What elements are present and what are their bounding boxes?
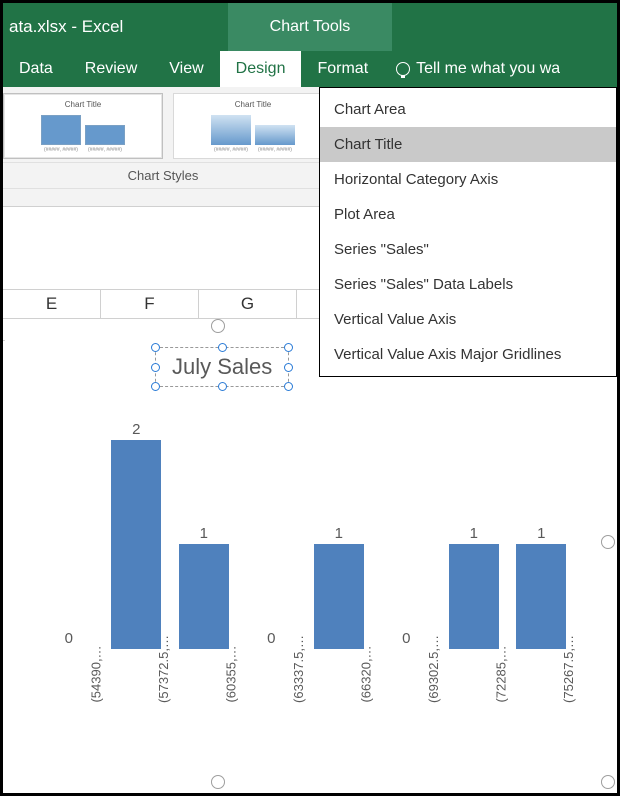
- category-label: (72285,…: [474, 625, 489, 692]
- dropdown-item-h-axis[interactable]: Horizontal Category Axis: [320, 162, 616, 197]
- dropdown-item-v-gridlines[interactable]: Vertical Value Axis Major Gridlines: [320, 337, 616, 372]
- thumb-bars: [41, 111, 125, 145]
- data-label: 2: [132, 421, 140, 438]
- data-label: 1: [200, 525, 208, 542]
- category-label: (57372.5,…: [136, 625, 151, 693]
- thumb-title: Chart Title: [235, 100, 271, 109]
- tab-review[interactable]: Review: [69, 51, 153, 87]
- tell-me-label: Tell me what you wa: [416, 60, 560, 78]
- thumb-title: Chart Title: [65, 100, 101, 109]
- title-handle[interactable]: [218, 382, 227, 391]
- thumb-bar: [85, 125, 125, 145]
- col-F[interactable]: F: [101, 290, 199, 318]
- selection-handle[interactable]: [601, 775, 615, 789]
- category-label: (75267.5,…: [541, 625, 556, 693]
- bar-wrap: 0: [35, 419, 103, 649]
- selection-handle[interactable]: [211, 319, 225, 333]
- col-E[interactable]: E: [3, 290, 101, 318]
- dropdown-item-chart-area[interactable]: Chart Area: [320, 92, 616, 127]
- dropdown-item-v-axis[interactable]: Vertical Value Axis: [320, 302, 616, 337]
- thumb-bar: [255, 125, 295, 145]
- col-G[interactable]: G: [199, 290, 297, 318]
- dropdown-item-series-labels[interactable]: Series "Sales" Data Labels: [320, 267, 616, 302]
- lightbulb-icon: [396, 62, 410, 76]
- bar-series: 0 2 1 0 1 0 1 1: [35, 419, 575, 649]
- thumb-bar: [211, 115, 251, 145]
- thumb-cat-label: (#####, #####): [41, 147, 81, 153]
- category-label: (54390,…: [69, 625, 84, 692]
- selection-handle[interactable]: [211, 775, 225, 789]
- bar-wrap: 0: [238, 419, 306, 649]
- window-title: ata.xlsx - Excel: [3, 17, 228, 37]
- data-label: 1: [470, 525, 478, 542]
- thumb-cat-label: (#####, #####): [255, 147, 295, 153]
- thumb-cat-label: (#####, #####): [85, 147, 125, 153]
- bar-wrap: 1: [440, 419, 508, 649]
- title-handle[interactable]: [284, 343, 293, 352]
- tell-me[interactable]: Tell me what you wa: [384, 51, 560, 87]
- plot-area[interactable]: 0 2 1 0 1 0 1 1: [35, 419, 575, 649]
- title-handle[interactable]: [151, 363, 160, 372]
- title-handle[interactable]: [151, 382, 160, 391]
- data-label: 1: [537, 525, 545, 542]
- thumb-cat-label: (#####, #####): [211, 147, 251, 153]
- chart-style-thumb-2[interactable]: Chart Title (#####, #####) (#####, #####…: [173, 93, 333, 159]
- title-handle[interactable]: [151, 343, 160, 352]
- category-label: (69302.5,…: [406, 625, 421, 693]
- ribbon-group-label: Chart Styles: [3, 168, 323, 183]
- category-label: (60355,…: [204, 625, 219, 692]
- chart-title[interactable]: July Sales: [155, 347, 289, 387]
- chart-elements-dropdown[interactable]: Chart Area Chart Title Horizontal Catego…: [319, 87, 617, 377]
- dropdown-item-series[interactable]: Series "Sales": [320, 232, 616, 267]
- bar-wrap: 1: [170, 419, 238, 649]
- tab-data[interactable]: Data: [3, 51, 69, 87]
- tab-design[interactable]: Design: [220, 51, 302, 87]
- ribbon-tabs: Data Review View Design Format Tell me w…: [3, 51, 617, 87]
- bar-wrap: 2: [103, 419, 171, 649]
- tab-format[interactable]: Format: [301, 51, 384, 87]
- dropdown-item-chart-title[interactable]: Chart Title: [320, 127, 616, 162]
- category-label: (66320,…: [339, 625, 354, 692]
- title-handle[interactable]: [284, 382, 293, 391]
- chart-title-text: July Sales: [172, 354, 272, 379]
- tab-view[interactable]: View: [153, 51, 219, 87]
- title-handle[interactable]: [218, 343, 227, 352]
- chart-object[interactable]: July Sales 02101011 (54390,…(57372.5,…(6…: [5, 319, 615, 789]
- bar[interactable]: [111, 440, 161, 649]
- titlebar: ata.xlsx - Excel Chart Tools: [3, 3, 617, 51]
- dropdown-item-plot-area[interactable]: Plot Area: [320, 197, 616, 232]
- chart-tools-label: Chart Tools: [228, 3, 392, 51]
- thumb-bars: [211, 111, 295, 145]
- data-label: 1: [335, 525, 343, 542]
- bar-wrap: 1: [508, 419, 576, 649]
- category-axis[interactable]: (54390,…(57372.5,…(60355,…(63337.5,…(663…: [35, 659, 575, 674]
- category-label: (63337.5,…: [271, 625, 286, 693]
- title-handle[interactable]: [284, 363, 293, 372]
- bar-wrap: 1: [305, 419, 373, 649]
- thumb-bar: [41, 115, 81, 145]
- selection-handle[interactable]: [601, 535, 615, 549]
- chart-style-thumb-1[interactable]: Chart Title (#####, #####) (#####, #####…: [3, 93, 163, 159]
- bar-wrap: 0: [373, 419, 441, 649]
